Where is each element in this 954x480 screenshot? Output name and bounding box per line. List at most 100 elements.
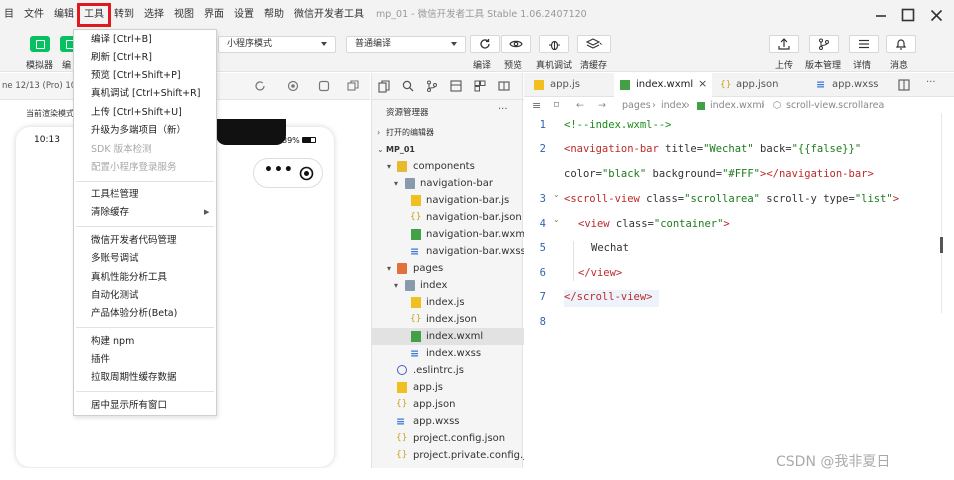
simulator-toggle-button[interactable]	[30, 36, 50, 52]
extensions-icon[interactable]	[474, 80, 486, 92]
preview-button[interactable]	[501, 35, 531, 53]
tree-file[interactable]: index.js	[372, 294, 524, 311]
compile-select[interactable]: 普通编译	[346, 36, 466, 53]
breadcrumb-item[interactable]: pages	[622, 97, 651, 115]
code-line-2-wrap[interactable]: color="black" background="#FFF"></naviga…	[564, 168, 874, 180]
tree-file[interactable]: navigation-bar.wxml	[372, 226, 528, 243]
close-tab-icon[interactable]: ×	[698, 72, 707, 96]
tab-app-wxss[interactable]: ≡ app.wxss	[814, 73, 894, 97]
remote-debug-button[interactable]	[539, 35, 569, 53]
menu-item-perf-analysis[interactable]: 真机性能分析工具	[91, 272, 167, 284]
close-button[interactable]	[921, 0, 951, 30]
clear-cache-button[interactable]	[577, 35, 611, 53]
tree-file[interactable]: {} project.config.json	[372, 430, 524, 447]
maximize-button[interactable]	[893, 0, 923, 30]
menu-item-remote-debug[interactable]: 真机调试 [Ctrl+Shift+R]	[91, 88, 200, 100]
breadcrumb-item[interactable]: index	[661, 97, 687, 115]
tree-file[interactable]: {} project.private.config.js...	[372, 447, 541, 464]
menu-item-upgrade-multiplatform[interactable]: 升级为多端项目（新）	[91, 125, 186, 137]
project-root[interactable]: ⌄ MP_01	[372, 141, 524, 158]
code-line-4[interactable]: <view class="container">	[578, 218, 730, 230]
menu-view[interactable]: 视图	[169, 0, 199, 30]
rotate-icon[interactable]	[254, 80, 266, 92]
menu-item-upload[interactable]: 上传 [Ctrl+Shift+U]	[91, 107, 182, 119]
menu-select[interactable]: 选择	[139, 0, 169, 30]
tree-file-selected[interactable]: index.wxml	[372, 328, 524, 345]
menu-wechat-devtools[interactable]: 微信开发者工具	[289, 0, 369, 30]
menu-file[interactable]: 文件	[19, 0, 49, 30]
close-miniprogram-icon[interactable]	[299, 166, 314, 181]
files-icon[interactable]	[378, 80, 390, 93]
more-dots-icon[interactable]: •••	[264, 162, 294, 178]
device-label[interactable]: ne 12/13 (Pro) 10	[2, 81, 76, 91]
menu-item-refresh[interactable]: 刷新 [Ctrl+R]	[91, 52, 152, 64]
tree-file[interactable]: app.js	[372, 379, 524, 396]
explorer-more-button[interactable]: ···	[498, 104, 508, 115]
menu-item-build-npm[interactable]: 构建 npm	[91, 336, 134, 348]
tree-folder-pages[interactable]: ▾ pages	[372, 260, 524, 277]
menu-item-automation-test[interactable]: 自动化测试	[91, 290, 139, 302]
code-line-2[interactable]: <navigation-bar title="Wechat" back="{{f…	[564, 143, 861, 155]
menu-tools[interactable]: 工具	[77, 0, 111, 30]
menu-item-experience-analysis[interactable]: 产品体验分析(Beta)	[91, 308, 177, 320]
record-icon[interactable]	[287, 80, 299, 92]
menu-item-preview[interactable]: 预览 [Ctrl+Shift+P]	[91, 70, 181, 82]
fold-chevron-icon[interactable]: ⌄	[553, 190, 560, 199]
tree-file[interactable]: {} navigation-bar.json	[372, 209, 524, 226]
code-line-3[interactable]: <scroll-view class="scrollarea" scroll-y…	[564, 193, 899, 205]
breadcrumb-item[interactable]: scroll-view.scrollarea	[786, 97, 884, 115]
tree-folder-components[interactable]: ▾ components	[372, 158, 524, 175]
list-icon[interactable]: ≡	[532, 97, 541, 115]
code-line-5[interactable]: Wechat	[591, 242, 629, 254]
menu-app-icon[interactable]: 目	[0, 0, 19, 30]
tree-folder-index[interactable]: ▾ index	[372, 277, 524, 294]
debug-panel-icon[interactable]	[450, 80, 462, 92]
split-editor-icon[interactable]	[898, 79, 910, 91]
tab-index-wxml[interactable]: index.wxml ×	[614, 73, 712, 97]
tree-file[interactable]: ≡ navigation-bar.wxss	[372, 243, 526, 260]
detach-window-icon[interactable]	[347, 80, 359, 92]
bookmark-icon[interactable]: ⌑	[554, 97, 559, 115]
details-button[interactable]	[849, 35, 879, 53]
tree-file[interactable]: ≡ index.wxss	[372, 345, 524, 362]
menu-item-fetch-periodic-cache[interactable]: 拉取周期性缓存数据	[91, 372, 177, 384]
home-icon[interactable]	[318, 80, 330, 92]
layout-icon[interactable]	[498, 80, 510, 92]
menu-item-plugins[interactable]: 插件	[91, 354, 110, 366]
more-actions-icon[interactable]: ···	[926, 77, 936, 88]
menu-item-toolbar-manage[interactable]: 工具栏管理	[91, 189, 139, 201]
menu-item-clear-cache[interactable]: 清除缓存	[91, 207, 129, 219]
menu-edit[interactable]: 编辑	[49, 0, 79, 30]
tree-file[interactable]: ≡ app.wxss	[372, 413, 524, 430]
menu-settings[interactable]: 设置	[229, 0, 259, 30]
tab-app-js[interactable]: app.js	[530, 73, 604, 97]
forward-arrow-icon[interactable]: →	[598, 97, 606, 115]
menu-goto[interactable]: 转到	[109, 0, 139, 30]
code-line-7[interactable]: </scroll-view>	[564, 291, 653, 303]
menu-help[interactable]: 帮助	[259, 0, 289, 30]
menu-item-center-windows[interactable]: 居中显示所有窗口	[91, 400, 167, 412]
compile-button[interactable]	[470, 35, 500, 53]
breadcrumb-item[interactable]: index.wxml	[710, 97, 764, 115]
tree-folder-navigation-bar[interactable]: ▾ navigation-bar	[372, 175, 524, 192]
minimize-button[interactable]	[866, 0, 896, 30]
upload-button[interactable]	[769, 35, 799, 53]
fold-chevron-icon[interactable]: ⌄	[553, 215, 560, 224]
tree-file[interactable]: {} index.json	[372, 311, 524, 328]
tree-file[interactable]: {} app.json	[372, 396, 524, 413]
messages-button[interactable]	[886, 35, 916, 53]
tab-app-json[interactable]: {} app.json	[716, 73, 804, 97]
version-button[interactable]	[809, 35, 839, 53]
menu-interface[interactable]: 界面	[199, 0, 229, 30]
capsule-menu[interactable]: •••	[253, 158, 323, 188]
menu-item-multi-account[interactable]: 多账号调试	[91, 253, 139, 265]
code-line-6[interactable]: </view>	[578, 267, 622, 279]
tree-file[interactable]: .eslintrc.js	[372, 362, 524, 379]
code-line-1[interactable]: <!--index.wxml-->	[564, 119, 671, 131]
menu-item-compile[interactable]: 编译 [Ctrl+B]	[91, 34, 152, 46]
source-control-icon[interactable]	[426, 80, 438, 92]
tree-file[interactable]: navigation-bar.js	[372, 192, 524, 209]
search-icon[interactable]	[402, 80, 414, 92]
back-arrow-icon[interactable]: ←	[576, 97, 584, 115]
menu-item-code-management[interactable]: 微信开发者代码管理	[91, 235, 177, 247]
